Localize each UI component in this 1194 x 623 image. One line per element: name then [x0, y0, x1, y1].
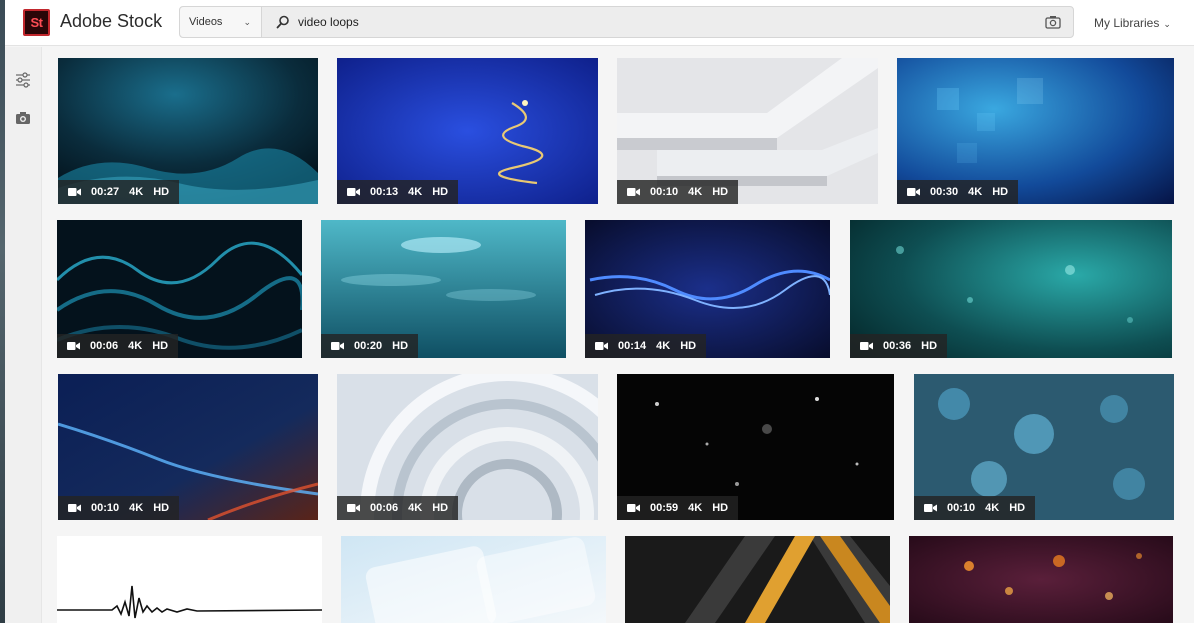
video-badge: 00:36 HD [850, 334, 948, 358]
video-resolution: 4K [688, 502, 703, 514]
video-quality: HD [992, 186, 1009, 198]
video-badge: 00:10 4K HD [914, 496, 1036, 520]
video-result-15[interactable] [625, 536, 890, 623]
video-thumbnail [625, 536, 890, 623]
video-badge: 00:06 4K HD [337, 496, 459, 520]
my-libraries-label: My Libraries [1094, 16, 1160, 30]
video-resolution: 4K [968, 186, 983, 198]
video-badge: 00:10 4K HD [58, 496, 180, 520]
video-duration: 00:14 [618, 340, 647, 352]
video-duration: 00:10 [91, 502, 120, 514]
video-badge: 00:06 4K HD [57, 334, 179, 358]
video-result-12[interactable]: 00:10 4K HD [914, 374, 1174, 520]
video-badge: 00:13 4K HD [337, 180, 459, 204]
video-duration: 00:30 [930, 186, 959, 198]
camera-icon[interactable] [1045, 15, 1061, 29]
asset-type-value: Videos [189, 16, 223, 28]
video-result-2[interactable]: 00:13 4K HD [337, 58, 598, 204]
chevron-down-icon: ⌄ [243, 17, 251, 27]
video-resolution: 4K [128, 340, 143, 352]
video-duration: 00:06 [370, 502, 399, 514]
video-quality: HD [392, 340, 409, 352]
video-duration: 00:59 [650, 502, 679, 514]
video-result-11[interactable]: 00:59 4K HD [617, 374, 894, 520]
video-quality: HD [153, 502, 170, 514]
adobe-stock-logo[interactable]: St [23, 9, 50, 36]
video-badge: 00:30 4K HD [897, 180, 1019, 204]
video-result-13[interactable] [57, 536, 322, 623]
video-quality: HD [712, 502, 729, 514]
video-result-1[interactable]: 00:27 4K HD [58, 58, 318, 204]
video-result-9[interactable]: 00:10 4K HD [58, 374, 318, 520]
video-result-8[interactable]: 00:36 HD [850, 220, 1172, 358]
asset-type-select[interactable]: Videos ⌄ [180, 7, 262, 37]
video-duration: 00:06 [90, 340, 119, 352]
video-resolution: 4K [129, 186, 144, 198]
video-result-16[interactable] [909, 536, 1173, 623]
filters-icon[interactable] [14, 71, 32, 89]
brand-title[interactable]: Adobe Stock [60, 11, 162, 32]
video-camera-icon [924, 504, 937, 512]
video-quality: HD [1009, 502, 1026, 514]
video-resolution: 4K [656, 340, 671, 352]
video-quality: HD [432, 502, 449, 514]
my-libraries-menu[interactable]: My Libraries ⌄ [1094, 16, 1171, 30]
video-result-6[interactable]: 00:20 HD [321, 220, 566, 358]
video-camera-icon [907, 188, 920, 196]
left-rail [5, 47, 42, 623]
video-duration: 00:10 [650, 186, 679, 198]
video-camera-icon [347, 504, 360, 512]
video-thumbnail [57, 536, 322, 623]
search-icon [276, 15, 289, 29]
video-badge: 00:27 4K HD [58, 180, 180, 204]
video-resolution: 4K [688, 186, 703, 198]
search-bar: Videos ⌄ [179, 6, 1074, 38]
video-camera-icon [331, 342, 344, 350]
video-camera-icon [860, 342, 873, 350]
video-badge: 00:14 4K HD [585, 334, 707, 358]
video-camera-icon [68, 504, 81, 512]
video-camera-icon [347, 188, 360, 196]
video-camera-icon [627, 188, 640, 196]
video-result-7[interactable]: 00:14 4K HD [585, 220, 830, 358]
video-result-10[interactable]: 00:06 4K HD [337, 374, 598, 520]
video-quality: HD [712, 186, 729, 198]
video-quality: HD [153, 186, 170, 198]
video-thumbnail [341, 536, 606, 623]
video-resolution: 4K [408, 186, 423, 198]
video-badge: 00:20 HD [321, 334, 419, 358]
video-thumbnail [909, 536, 1173, 623]
video-quality: HD [152, 340, 169, 352]
video-badge: 00:10 4K HD [617, 180, 739, 204]
video-resolution: 4K [129, 502, 144, 514]
video-badge: 00:59 4K HD [617, 496, 739, 520]
video-duration: 00:27 [91, 186, 120, 198]
camera-icon[interactable] [14, 109, 32, 127]
video-result-4[interactable]: 00:30 4K HD [897, 58, 1174, 204]
video-duration: 00:20 [354, 340, 383, 352]
video-quality: HD [921, 340, 938, 352]
video-duration: 00:13 [370, 186, 399, 198]
video-camera-icon [595, 342, 608, 350]
video-quality: HD [680, 340, 697, 352]
video-result-3[interactable]: 00:10 4K HD [617, 58, 878, 204]
video-camera-icon [67, 342, 80, 350]
video-resolution: 4K [985, 502, 1000, 514]
video-duration: 00:10 [947, 502, 976, 514]
video-duration: 00:36 [883, 340, 912, 352]
video-result-5[interactable]: 00:06 4K HD [57, 220, 302, 358]
top-bar: St Adobe Stock Videos ⌄ My Libraries⌄ [5, 0, 1194, 46]
video-result-14[interactable] [341, 536, 606, 623]
video-resolution: 4K [408, 502, 423, 514]
video-camera-icon [68, 188, 81, 196]
chevron-down-icon: ⌄ [1163, 19, 1171, 29]
search-input[interactable] [298, 8, 1018, 36]
video-camera-icon [627, 504, 640, 512]
video-quality: HD [432, 186, 449, 198]
